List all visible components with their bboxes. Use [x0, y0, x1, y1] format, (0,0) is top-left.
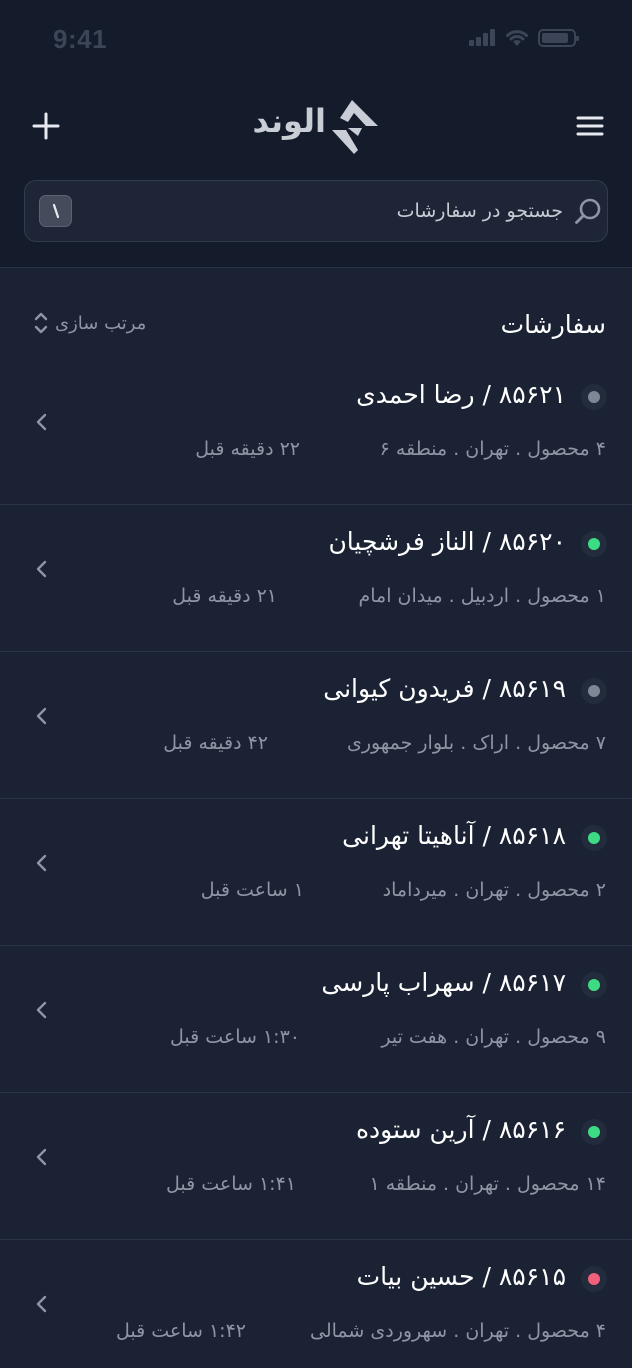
order-title: ۸۵۶۱۸ / آناهیتا تهرانی: [342, 821, 566, 850]
order-title: ۸۵۶۲۱ / رضا احمدی: [356, 380, 566, 409]
order-time: ۴۲ دقیقه قبل: [163, 732, 268, 754]
order-meta: ۱۴ محصول . تهران . منطقه ۱: [369, 1173, 606, 1195]
sort-label: مرتب سازی: [55, 312, 147, 334]
search-input[interactable]: [109, 181, 563, 241]
order-meta: ۴ محصول . تهران . منطقه ۶: [379, 438, 606, 460]
chevron-left-icon: [36, 707, 47, 725]
cellular-signal-icon: [469, 28, 497, 46]
logo-mark-icon: [332, 100, 378, 154]
chevron-left-icon: [36, 854, 47, 872]
status-indicator: [581, 1119, 607, 1145]
status-indicator: [581, 1266, 607, 1292]
chevron-left-icon: [36, 413, 47, 431]
slash-key-icon: [52, 203, 59, 219]
chevron-left-icon: [36, 1148, 47, 1166]
order-time: ۲۲ دقیقه قبل: [195, 438, 300, 460]
status-dot: [588, 1273, 600, 1285]
menu-button[interactable]: [570, 106, 610, 146]
sort-button[interactable]: مرتب سازی: [30, 308, 146, 338]
order-meta: ۱ محصول . اردبیل . میدان امام: [358, 585, 606, 607]
wifi-icon: [506, 30, 528, 46]
search-icon: [575, 198, 601, 224]
top-app-bar: 9:41 الوند: [0, 0, 632, 268]
order-meta: ۹ محصول . تهران . هفت تیر: [381, 1026, 606, 1048]
brand-logo: الوند: [226, 96, 382, 156]
order-row[interactable]: ۸۵۶۱۸ / آناهیتا تهرانی ۲ محصول . تهران .…: [0, 799, 632, 946]
order-time: ۲۱ دقیقه قبل: [172, 585, 277, 607]
order-title: ۸۵۶۱۶ / آرین ستوده: [355, 1115, 566, 1144]
page-title: سفارشات: [500, 310, 606, 339]
logo-wordmark: الوند: [252, 102, 326, 140]
order-meta: ۲ محصول . تهران . میرداماد: [382, 879, 606, 901]
status-indicator: [581, 531, 607, 557]
order-row[interactable]: ۸۵۶۲۰ / الناز فرشچیان ۱ محصول . اردبیل .…: [0, 505, 632, 652]
status-dot: [588, 979, 600, 991]
keyboard-shortcut-badge: [39, 195, 72, 227]
order-time: ۱:۳۰ ساعت قبل: [169, 1026, 300, 1048]
battery-icon: [538, 29, 579, 47]
plus-icon: [32, 112, 60, 140]
order-time: ۱:۴۱ ساعت قبل: [165, 1173, 296, 1195]
search-bar: [24, 180, 608, 242]
status-indicator: [581, 825, 607, 851]
order-title: ۸۵۶۱۵ / حسین بیات: [356, 1262, 566, 1291]
order-row[interactable]: ۸۵۶۲۱ / رضا احمدی ۴ محصول . تهران . منطق…: [0, 358, 632, 505]
chevron-left-icon: [36, 1001, 47, 1019]
order-meta: ۷ محصول . اراک . بلوار جمهوری: [346, 732, 606, 754]
order-title: ۸۵۶۱۹ / فریدون کیوانی: [323, 674, 566, 703]
order-row[interactable]: ۸۵۶۱۹ / فریدون کیوانی ۷ محصول . اراک . ب…: [0, 652, 632, 799]
status-indicator: [581, 678, 607, 704]
order-row[interactable]: ۸۵۶۱۵ / حسین بیات ۴ محصول . تهران . سهرو…: [0, 1240, 632, 1368]
chevron-left-icon: [36, 1295, 47, 1313]
status-dot: [588, 832, 600, 844]
add-order-button[interactable]: [26, 106, 66, 146]
order-row[interactable]: ۸۵۶۱۷ / سهراب پارسی ۹ محصول . تهران . هف…: [0, 946, 632, 1093]
status-indicator: [581, 384, 607, 410]
status-dot: [588, 391, 600, 403]
order-title: ۸۵۶۱۷ / سهراب پارسی: [321, 968, 566, 997]
sort-chevrons-icon: [34, 312, 48, 334]
hamburger-menu-icon: [576, 116, 604, 136]
status-dot: [588, 685, 600, 697]
order-row[interactable]: ۸۵۶۱۶ / آرین ستوده ۱۴ محصول . تهران . من…: [0, 1093, 632, 1240]
status-bar: 9:41: [0, 0, 632, 84]
order-meta: ۴ محصول . تهران . سهروردی شمالی: [310, 1320, 606, 1342]
status-time: 9:41: [53, 24, 108, 54]
order-time: ۱ ساعت قبل: [200, 879, 304, 901]
status-indicator: [581, 972, 607, 998]
order-time: ۱:۴۲ ساعت قبل: [115, 1320, 246, 1342]
chevron-left-icon: [36, 560, 47, 578]
status-dot: [588, 1126, 600, 1138]
orders-section-header: سفارشات مرتب سازی: [0, 268, 632, 368]
order-title: ۸۵۶۲۰ / الناز فرشچیان: [328, 527, 566, 556]
status-dot: [588, 538, 600, 550]
